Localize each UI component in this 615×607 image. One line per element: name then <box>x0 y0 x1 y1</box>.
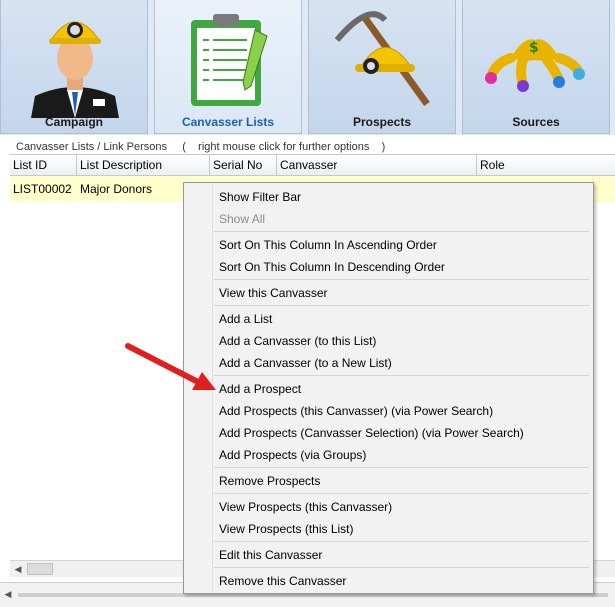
tab-sources[interactable]: $ Sources <box>462 0 610 134</box>
menu-item-view-canvasser[interactable]: View this Canvasser <box>219 282 328 304</box>
tab-sources-label: Sources <box>512 115 560 129</box>
menu-item-show-all: Show All <box>219 212 266 226</box>
menu-separator <box>214 375 589 376</box>
menu-separator <box>214 231 589 232</box>
tab-prospects-label: Prospects <box>352 115 412 129</box>
column-header-list-id[interactable]: List ID <box>10 155 77 175</box>
grid-caption: Canvasser Lists / Link Persons ( right m… <box>16 141 386 153</box>
menu-item-add-prospects-canvasser-selection[interactable]: Add Prospects (Canvasser Selection) (via… <box>219 422 524 444</box>
tab-campaign[interactable]: Campaign <box>0 0 148 134</box>
tab-campaign-label: Campaign <box>44 115 103 129</box>
money-bag-icon: $ <box>485 39 585 92</box>
cell-list-description: Major Donors <box>80 182 153 196</box>
scroll-left-icon[interactable]: ◀ <box>0 587 16 601</box>
column-header-canvasser[interactable]: Canvasser <box>277 155 477 175</box>
scroll-left-icon[interactable]: ◀ <box>10 561 26 577</box>
column-header-serial-no[interactable]: Serial No <box>210 155 277 175</box>
hardhat-pickaxe-icon <box>334 11 430 107</box>
menu-separator <box>214 467 589 468</box>
menu-item-remove-prospects[interactable]: Remove Prospects <box>219 470 320 492</box>
menu-item-view-prospects-this-list[interactable]: View Prospects (this List) <box>219 518 354 540</box>
menu-item-view-prospects-this-canvasser[interactable]: View Prospects (this Canvasser) <box>219 496 392 518</box>
menu-separator <box>214 305 589 306</box>
menu-item-remove-canvasser[interactable]: Remove this Canvasser <box>219 570 346 592</box>
menu-separator <box>214 541 589 542</box>
menu-separator <box>214 493 589 494</box>
menu-separator <box>214 567 589 568</box>
menu-separator <box>214 279 589 280</box>
menu-item-add-prospects-this-canvasser[interactable]: Add Prospects (this Canvasser) (via Powe… <box>219 400 493 422</box>
column-header-list-description[interactable]: List Description <box>77 155 210 175</box>
red-arrow-icon <box>125 343 216 390</box>
menu-item-add-list[interactable]: Add a List <box>219 308 272 330</box>
menu-item-sort-descending[interactable]: Sort On This Column In Descending Order <box>219 256 445 278</box>
grid-header: List ID List Description Serial No Canva… <box>10 155 615 176</box>
tab-canvasser-lists-label: Canvasser Lists <box>181 115 275 129</box>
miner-person-icon <box>31 21 119 118</box>
menu-item-edit-canvasser[interactable]: Edit this Canvasser <box>219 544 322 566</box>
context-menu: Show Filter Bar Show All Sort On This Co… <box>183 182 594 594</box>
menu-item-show-filter-bar[interactable]: Show Filter Bar <box>219 186 301 208</box>
cell-list-id: LIST00002 <box>13 182 72 196</box>
column-header-role[interactable]: Role <box>477 155 615 175</box>
module-tab-bar: Campaign Canvasser Lists Prospects $ Sou… <box>0 0 615 135</box>
scroll-thumb[interactable] <box>27 563 53 575</box>
svg-text:$: $ <box>529 40 539 56</box>
menu-item-add-prospect[interactable]: Add a Prospect <box>219 378 301 400</box>
tab-canvasser-lists[interactable]: Canvasser Lists <box>154 0 302 134</box>
clipboard-pen-icon <box>191 14 268 106</box>
menu-item-add-canvasser-new-list[interactable]: Add a Canvasser (to a New List) <box>219 352 392 374</box>
menu-item-sort-ascending[interactable]: Sort On This Column In Ascending Order <box>219 234 437 256</box>
tab-prospects[interactable]: Prospects <box>308 0 456 134</box>
menu-item-add-canvasser-this-list[interactable]: Add a Canvasser (to this List) <box>219 330 376 352</box>
menu-item-add-prospects-groups[interactable]: Add Prospects (via Groups) <box>219 444 366 466</box>
